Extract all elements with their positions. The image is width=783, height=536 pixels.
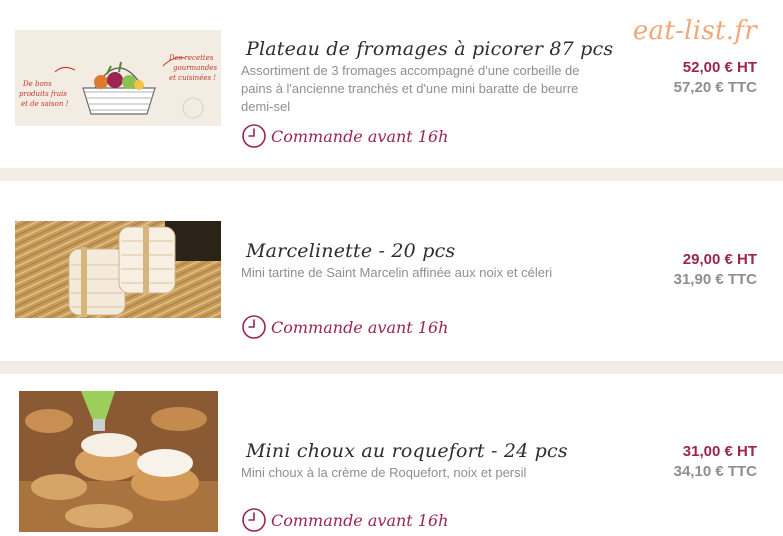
- order-deadline-label: Commande avant 16h: [271, 126, 449, 146]
- product-description: Assortiment de 3 fromages accompagné d'u…: [241, 63, 580, 114]
- clock-icon: [242, 508, 266, 532]
- product-price: 52,00 € HT 57,20 € TTC: [674, 58, 757, 98]
- brand-watermark: eat-list.fr: [632, 16, 757, 46]
- cheese-bundle-photo: [15, 221, 221, 318]
- product-card[interactable]: Mini choux au roquefort - 24 pcs Mini ch…: [0, 374, 783, 536]
- price-ht: 52,00 € HT: [682, 59, 757, 76]
- basket-text-left-3: et de saison !: [21, 100, 69, 108]
- product-price: 31,00 € HT 34,10 € TTC: [674, 442, 757, 482]
- clock-icon: [242, 315, 266, 339]
- product-image-marcelinette[interactable]: [15, 221, 221, 318]
- basket-illustration: De bons produits frais et de saison ! De…: [15, 30, 221, 126]
- product-image-mini-choux[interactable]: [19, 391, 218, 532]
- product-description: Mini tartine de Saint Marcelin affinée a…: [241, 265, 553, 280]
- product-title[interactable]: Marcelinette - 20 pcs: [246, 240, 455, 262]
- product-image-basket[interactable]: De bons produits frais et de saison ! De…: [15, 30, 221, 126]
- basket-text-right-2: gourmandes: [173, 64, 217, 72]
- price-ht: 31,00 € HT: [682, 443, 757, 460]
- product-price: 29,00 € HT 31,90 € TTC: [674, 250, 757, 290]
- product-title[interactable]: Plateau de fromages à picorer 87 pcs: [246, 38, 613, 60]
- basket-text-right-1: Des recettes: [168, 54, 214, 62]
- product-card[interactable]: De bons produits frais et de saison ! De…: [0, 0, 783, 168]
- product-description: Mini choux à la crème de Roquefort, noix…: [241, 465, 527, 480]
- price-ttc: 34,10 € TTC: [673, 463, 757, 480]
- basket-text-left-1: De bons: [22, 80, 52, 88]
- order-deadline-label: Commande avant 16h: [271, 510, 449, 530]
- product-title[interactable]: Mini choux au roquefort - 24 pcs: [246, 440, 568, 462]
- basket-text-right-3: et cuisinées !: [169, 74, 216, 82]
- price-ttc: 31,90 € TTC: [673, 271, 757, 288]
- order-deadline: Commande avant 16h: [241, 314, 448, 340]
- order-deadline: Commande avant 16h: [241, 507, 448, 533]
- clock-icon: [242, 124, 266, 148]
- choux-pastry-photo: [19, 391, 218, 532]
- order-deadline: Commande avant 16h: [241, 123, 448, 149]
- price-ht: 29,00 € HT: [682, 251, 757, 268]
- price-ttc: 57,20 € TTC: [673, 79, 757, 96]
- product-card[interactable]: Marcelinette - 20 pcs Mini tartine de Sa…: [0, 181, 783, 361]
- basket-text-left-2: produits frais: [19, 90, 67, 98]
- order-deadline-label: Commande avant 16h: [271, 317, 449, 337]
